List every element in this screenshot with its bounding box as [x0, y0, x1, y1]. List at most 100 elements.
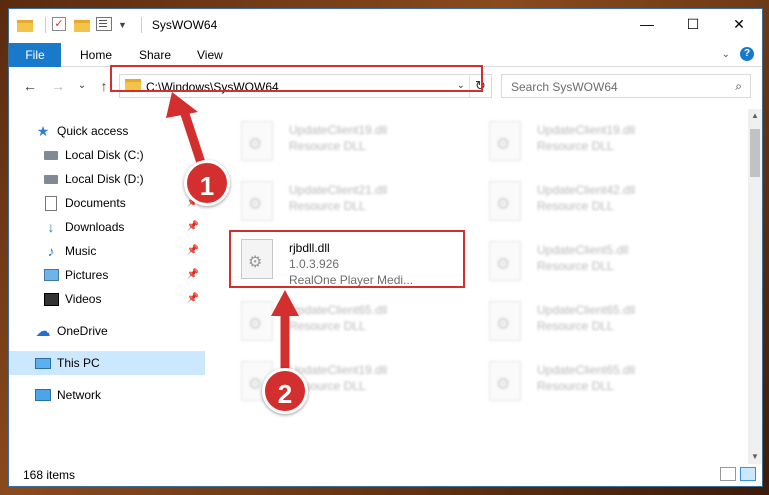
file-tile-rjbdll[interactable]: rjbdll.dll 1.0.3.926 RealOne Player Medi… [231, 235, 471, 287]
pin-icon[interactable]: 📌 [187, 293, 199, 304]
sidebar-item-label: OneDrive [57, 324, 108, 338]
file-tile[interactable]: UpdateClient21.dll Resource DLL [231, 177, 471, 227]
quick-access-toolbar: ✓ ▼ SysWOW64 [17, 17, 217, 33]
maximize-button[interactable]: ☐ [670, 9, 716, 39]
close-button[interactable]: ✕ [716, 9, 762, 39]
toolbar-divider [45, 17, 46, 33]
scroll-down-icon[interactable]: ▼ [748, 450, 762, 464]
step-1-badge: 1 [184, 160, 230, 206]
file-name: UpdateClient65.dll [537, 363, 636, 377]
tab-home[interactable]: Home [80, 43, 112, 67]
file-type: Resource DLL [537, 259, 614, 273]
dll-file-icon [241, 239, 273, 279]
vertical-scrollbar[interactable]: ▲ ▼ [748, 109, 762, 464]
tab-file[interactable]: File [9, 43, 61, 67]
file-type: Resource DLL [289, 139, 366, 153]
sidebar-item-onedrive[interactable]: ☁ OneDrive [9, 319, 205, 343]
pictures-icon [43, 267, 59, 283]
customize-toolbar-chevron-icon[interactable]: ▼ [118, 20, 127, 30]
sidebar-item-label: Pictures [65, 268, 109, 282]
sidebar-item-videos[interactable]: Videos 📌 [9, 287, 205, 311]
back-button[interactable]: ← [21, 77, 39, 95]
minimize-button[interactable]: — [624, 9, 670, 39]
file-name: UpdateClient19.dll [537, 123, 636, 137]
window-title: SysWOW64 [151, 18, 218, 32]
file-tile[interactable]: UpdateClient19.dll Resource DLL [479, 117, 719, 167]
dll-file-icon [489, 121, 521, 161]
search-icon[interactable]: ⌕ [735, 79, 742, 94]
sidebar-item-label: Downloads [65, 220, 125, 234]
pin-icon[interactable]: 📌 [187, 245, 199, 256]
dll-file-icon [489, 241, 521, 281]
new-folder-icon[interactable] [74, 17, 90, 33]
file-type: Resource DLL [537, 199, 614, 213]
help-icon[interactable]: ? [740, 47, 754, 61]
disk-icon [43, 147, 59, 163]
sidebar-item-pictures[interactable]: Pictures 📌 [9, 263, 205, 287]
file-list: UpdateClient19.dll Resource DLL UpdateCl… [219, 109, 739, 464]
file-tile[interactable]: UpdateClient65.dll Resource DLL [479, 357, 719, 407]
scroll-thumb[interactable] [750, 129, 760, 177]
dll-file-icon [489, 301, 521, 341]
file-tile[interactable]: UpdateClient5.dll Resource DLL [479, 237, 719, 287]
music-icon: ♪ [47, 243, 55, 259]
file-type: Resource DLL [289, 199, 366, 213]
documents-icon [43, 195, 59, 211]
explorer-window: ✓ ▼ SysWOW64 — ☐ ✕ File Home Share View … [8, 8, 763, 487]
folder-icon [17, 17, 33, 33]
tab-view[interactable]: View [197, 43, 223, 67]
sidebar-item-downloads[interactable]: ↓ Downloads 📌 [9, 215, 205, 239]
sidebar-item-label: Local Disk (C:) [65, 148, 144, 162]
ribbon-tabs: File Home Share View ⌄ ? [9, 41, 762, 67]
sidebar-item-label: Videos [65, 292, 102, 306]
file-tile[interactable]: UpdateClient65.dll Resource DLL [479, 297, 719, 347]
view-switcher [716, 467, 756, 481]
file-tile[interactable]: UpdateClient42.dll Resource DLL [479, 177, 719, 227]
address-dropdown-chevron-icon[interactable]: ⌄ [457, 80, 465, 91]
window-controls: — ☐ ✕ [624, 9, 762, 39]
item-count: 168 items [23, 468, 76, 482]
file-tile[interactable]: UpdateClient19.dll Resource DLL [231, 117, 471, 167]
file-name: UpdateClient42.dll [537, 183, 636, 197]
properties-check-icon[interactable]: ✓ [52, 17, 68, 33]
file-name: UpdateClient19.dll [289, 363, 388, 377]
sidebar-item-quick-access[interactable]: ★ Quick access [9, 119, 205, 143]
up-button[interactable]: ↑ [95, 77, 113, 95]
properties-icon[interactable] [96, 17, 112, 33]
file-name: UpdateClient65.dll [289, 303, 388, 317]
tab-share[interactable]: Share [139, 43, 171, 67]
address-path[interactable]: C:\Windows\SysWOW64 [146, 80, 279, 94]
sidebar-item-documents[interactable]: Documents 📌 [9, 191, 205, 215]
sidebar-item-label: Documents [65, 196, 126, 210]
file-type: Resource DLL [289, 319, 366, 333]
file-name: rjbdll.dll [289, 241, 330, 255]
status-bar: 168 items [9, 464, 762, 486]
file-name: UpdateClient19.dll [289, 123, 388, 137]
videos-icon [43, 291, 59, 307]
sidebar-item-music[interactable]: ♪ Music 📌 [9, 239, 205, 263]
file-version: 1.0.3.926 [289, 257, 340, 271]
file-tile[interactable]: UpdateClient65.dll Resource DLL [231, 297, 471, 347]
dll-file-icon [489, 361, 521, 401]
sidebar-item-network[interactable]: Network [9, 383, 205, 407]
details-view-icon[interactable] [720, 467, 736, 481]
sidebar-item-this-pc[interactable]: This PC [9, 351, 205, 375]
file-name: UpdateClient5.dll [537, 243, 629, 257]
large-icons-view-icon[interactable] [740, 467, 756, 481]
search-input[interactable]: Search SysWOW64 ⌕ [501, 74, 751, 98]
recent-locations-button[interactable]: ⌄ [73, 77, 91, 95]
title-divider [140, 17, 142, 33]
forward-button[interactable]: → [49, 77, 67, 95]
navigation-bar: ← → ⌄ ↑ C:\Windows\SysWOW64 ⌄ ↻ Search S… [9, 71, 762, 101]
sidebar-item-label: Local Disk (D:) [65, 172, 144, 186]
sidebar-item-local-disk-d[interactable]: Local Disk (D:) [9, 167, 205, 191]
refresh-icon[interactable]: ↻ [469, 75, 491, 97]
pin-icon[interactable]: 📌 [187, 221, 199, 232]
expand-ribbon-chevron-icon[interactable]: ⌄ [722, 49, 730, 60]
scroll-up-icon[interactable]: ▲ [748, 109, 762, 123]
network-icon [35, 387, 51, 403]
address-bar[interactable]: C:\Windows\SysWOW64 ⌄ ↻ [119, 74, 492, 98]
folder-icon [125, 79, 141, 91]
pin-icon[interactable]: 📌 [187, 269, 199, 280]
sidebar-item-local-disk-c[interactable]: Local Disk (C:) [9, 143, 205, 167]
